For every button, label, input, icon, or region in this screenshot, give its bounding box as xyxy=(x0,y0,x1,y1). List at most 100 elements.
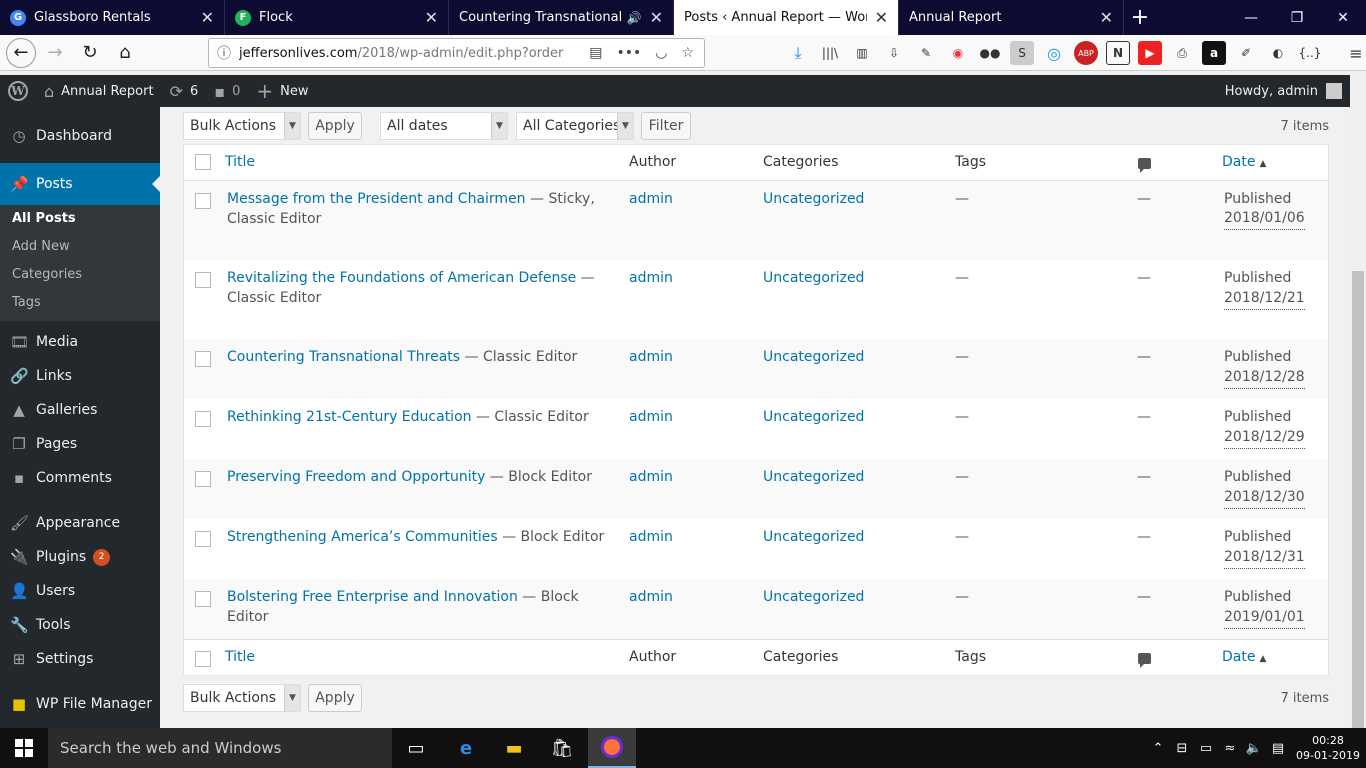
post-title-link[interactable]: Preserving Freedom and Opportunity xyxy=(227,469,485,485)
close-icon[interactable]: ✕ xyxy=(201,8,214,27)
column-title-header[interactable]: Title xyxy=(225,154,255,170)
bulk-actions-select-top[interactable]: Bulk Actions ▼ xyxy=(183,112,301,140)
file-explorer-icon[interactable]: ▬ xyxy=(490,728,538,768)
post-title-link[interactable]: Message from the President and Chairmen xyxy=(227,191,526,207)
sidebar-item-wp-file-manager[interactable]: ■ WP File Manager xyxy=(0,687,160,721)
youtube-icon[interactable]: ▶ xyxy=(1138,41,1162,65)
browser-tab-annual-report[interactable]: Annual Report ✕ xyxy=(899,0,1124,35)
post-title-link[interactable]: Countering Transnational Threats xyxy=(227,349,460,365)
sidebar-item-appearance[interactable]: 🖌 Appearance xyxy=(0,506,160,540)
row-checkbox[interactable] xyxy=(195,591,211,607)
page-actions-icon[interactable]: ••• xyxy=(616,45,641,61)
category-link[interactable]: Uncategorized xyxy=(763,528,864,548)
restore-icon[interactable]: ❐ xyxy=(1274,0,1320,35)
taskbar-search[interactable]: Search the web and Windows xyxy=(48,728,392,768)
date-filter-select[interactable]: All dates ▼ xyxy=(380,112,508,140)
print-icon[interactable]: ⎙ xyxy=(1170,41,1194,65)
notifications-icon[interactable]: ▤ xyxy=(1266,741,1290,756)
edge-icon[interactable]: e xyxy=(442,728,490,768)
submenu-add-new[interactable]: Add New xyxy=(12,239,70,254)
power-icon[interactable]: ▭ xyxy=(1194,741,1218,756)
sidebar-icon[interactable]: ▥ xyxy=(850,41,874,65)
comments-column-header[interactable] xyxy=(1138,157,1151,173)
author-link[interactable]: admin xyxy=(629,269,673,289)
category-link[interactable]: Uncategorized xyxy=(763,269,864,289)
download-icon[interactable]: ⤓ xyxy=(786,41,810,65)
firefox-icon[interactable] xyxy=(588,728,636,768)
author-link[interactable]: admin xyxy=(629,528,673,548)
category-link[interactable]: Uncategorized xyxy=(763,348,864,368)
circle-extension-icon[interactable]: ◐ xyxy=(1266,41,1290,65)
category-link[interactable]: Uncategorized xyxy=(763,408,864,428)
updates-link[interactable]: ⟳ 6 xyxy=(162,75,207,107)
save-icon[interactable]: ⇩ xyxy=(882,41,906,65)
library-icon[interactable]: |||\ xyxy=(818,41,842,65)
back-icon[interactable]: ← xyxy=(6,37,36,68)
wordpress-logo-icon[interactable]: W xyxy=(0,75,36,107)
post-title-link[interactable]: Bolstering Free Enterprise and Innovatio… xyxy=(227,589,518,605)
bookmark-star-icon[interactable]: ☆ xyxy=(681,45,694,61)
select-all-checkbox[interactable] xyxy=(195,154,211,170)
json-icon[interactable]: {..} xyxy=(1298,41,1322,65)
sidebar-item-galleries[interactable]: ▲ Galleries xyxy=(0,393,160,427)
sidebar-item-pages[interactable]: ❐ Pages xyxy=(0,427,160,461)
page-scrollbar[interactable] xyxy=(1350,75,1366,741)
store-icon[interactable]: 🛍 xyxy=(538,728,586,768)
row-checkbox[interactable] xyxy=(195,531,211,547)
category-filter-select[interactable]: All Categories ▼ xyxy=(516,112,634,140)
author-link[interactable]: admin xyxy=(629,348,673,368)
comments-link[interactable]: ▪ 0 xyxy=(206,75,248,107)
account-menu[interactable]: Howdy, admin xyxy=(1225,75,1342,107)
network-icon[interactable]: ⊟ xyxy=(1170,741,1194,756)
pocket-icon[interactable]: ◡ xyxy=(655,45,667,61)
apply-button-bottom[interactable]: Apply xyxy=(308,684,362,712)
submenu-categories[interactable]: Categories xyxy=(12,267,82,282)
row-checkbox[interactable] xyxy=(195,471,211,487)
browser-tab-countering[interactable]: Countering Transnational Threa 🔊 ✕ xyxy=(449,0,674,35)
wifi-icon[interactable]: ≈ xyxy=(1218,741,1242,756)
sidebar-item-posts[interactable]: 📌 Posts xyxy=(0,163,160,205)
browser-tab-posts[interactable]: Posts ‹ Annual Report — WordPress ✕ xyxy=(674,0,899,35)
url-bar[interactable]: ⓘ jeffersonlives.com/2018/wp-admin/edit.… xyxy=(208,38,705,68)
close-icon[interactable]: ✕ xyxy=(650,8,663,27)
author-link[interactable]: admin xyxy=(629,588,673,608)
close-icon[interactable]: ✕ xyxy=(1100,8,1113,27)
post-title-link[interactable]: Rethinking 21st-Century Education xyxy=(227,409,472,425)
browser-tab-flock[interactable]: F Flock ✕ xyxy=(225,0,449,35)
note-icon[interactable]: ✐ xyxy=(1234,41,1258,65)
browser-tab-glassboro[interactable]: G Glassboro Rentals ✕ xyxy=(0,0,225,35)
scrollbar-thumb[interactable] xyxy=(1352,271,1364,741)
s-extension-icon[interactable]: S xyxy=(1010,41,1034,65)
category-link[interactable]: Uncategorized xyxy=(763,468,864,488)
apply-button-top[interactable]: Apply xyxy=(308,112,362,140)
column-date-header[interactable]: Date ▲ xyxy=(1222,154,1266,170)
sidebar-item-tools[interactable]: 🔧 Tools xyxy=(0,608,160,642)
close-icon[interactable]: ✕ xyxy=(875,8,888,27)
chevron-up-icon[interactable]: ⌃ xyxy=(1146,741,1170,756)
post-title-link[interactable]: Strengthening America’s Communities xyxy=(227,529,498,545)
author-link[interactable]: admin xyxy=(629,408,673,428)
minimize-icon[interactable]: — xyxy=(1228,0,1274,35)
select-all-checkbox-footer[interactable] xyxy=(195,651,211,667)
submenu-all-posts[interactable]: All Posts xyxy=(12,211,76,226)
site-name-link[interactable]: ⌂ Annual Report xyxy=(36,75,162,107)
task-view-icon[interactable]: ▭ xyxy=(392,728,440,768)
new-content-link[interactable]: + New xyxy=(248,75,316,107)
volume-icon[interactable]: 🔈 xyxy=(1242,741,1266,756)
sidebar-item-comments[interactable]: ▪ Comments xyxy=(0,461,160,495)
row-checkbox[interactable] xyxy=(195,193,211,209)
extension-dots-icon[interactable]: ●● xyxy=(978,41,1002,65)
forward-icon[interactable]: → xyxy=(39,37,71,69)
info-icon[interactable]: ⓘ xyxy=(209,43,239,63)
author-link[interactable]: admin xyxy=(629,190,673,210)
sidebar-item-settings[interactable]: ⊞ Settings xyxy=(0,642,160,676)
adblock-icon[interactable]: ABP xyxy=(1074,41,1098,65)
post-title-link[interactable]: Revitalizing the Foundations of American… xyxy=(227,270,576,286)
eyedropper-icon[interactable]: ✎ xyxy=(914,41,938,65)
home-icon[interactable]: ⌂ xyxy=(109,37,141,69)
clock[interactable]: 00:28 09-01-2019 xyxy=(1290,733,1366,763)
url-text[interactable]: jeffersonlives.com/2018/wp-admin/edit.ph… xyxy=(239,46,589,61)
sync-icon[interactable]: ◎ xyxy=(1042,41,1066,65)
new-tab-button[interactable]: + xyxy=(1124,0,1156,35)
author-link[interactable]: admin xyxy=(629,468,673,488)
